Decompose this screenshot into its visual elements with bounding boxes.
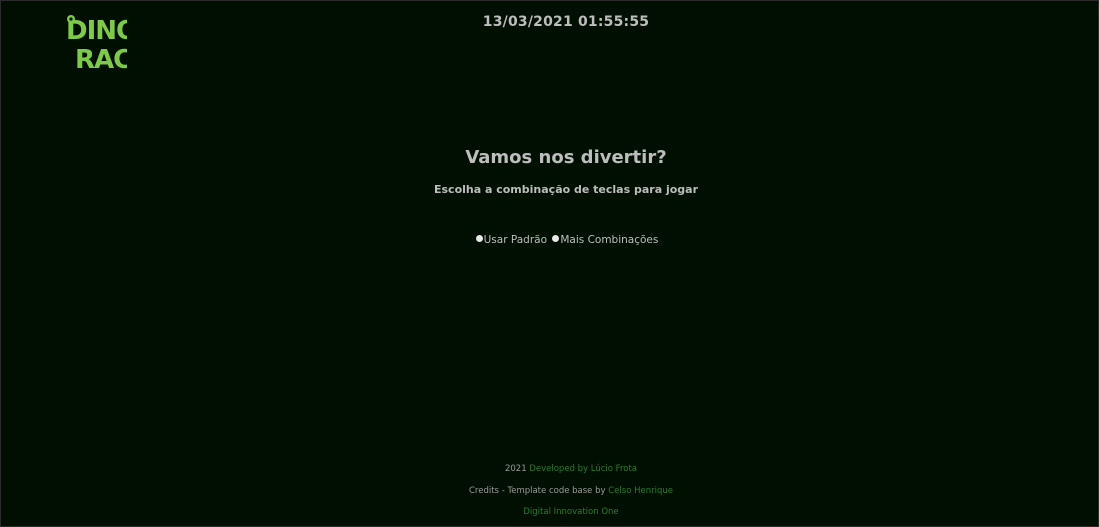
- option-usar-padrao[interactable]: Usar Padrão: [475, 234, 548, 246]
- game-page: DINO RACE 13/03/2021 01:55:55 Vamos nos …: [0, 0, 1099, 527]
- radio-icon[interactable]: [475, 234, 483, 242]
- logo-line2: RACE: [75, 45, 127, 72]
- footer-developed: 2021 Developed by Lúcio Frota: [1, 464, 1099, 474]
- radio-icon[interactable]: [552, 234, 560, 242]
- footer-org: Digital Innovation One: [1, 507, 1099, 517]
- credits-link[interactable]: Celso Henrique: [608, 486, 673, 496]
- datetime-display: 13/03/2021 01:55:55: [482, 14, 650, 30]
- key-combination-options: Usar Padrão Mais Combinações: [1, 234, 1099, 247]
- option-label: Mais Combinações: [560, 234, 659, 246]
- option-label: Usar Padrão: [483, 234, 548, 246]
- credits-text: Credits - Template code base by: [469, 486, 606, 496]
- org-link[interactable]: Digital Innovation One: [523, 507, 618, 517]
- page-subtitle: Escolha a combinação de teclas para joga…: [433, 183, 698, 196]
- footer-credits: Credits - Template code base by Celso He…: [1, 486, 1099, 496]
- option-mais-combinacoes[interactable]: Mais Combinações: [552, 234, 658, 246]
- page-title: Vamos nos divertir?: [465, 147, 667, 168]
- footer-year: 2021: [504, 464, 527, 474]
- developer-link[interactable]: Developed by Lúcio Frota: [529, 464, 637, 474]
